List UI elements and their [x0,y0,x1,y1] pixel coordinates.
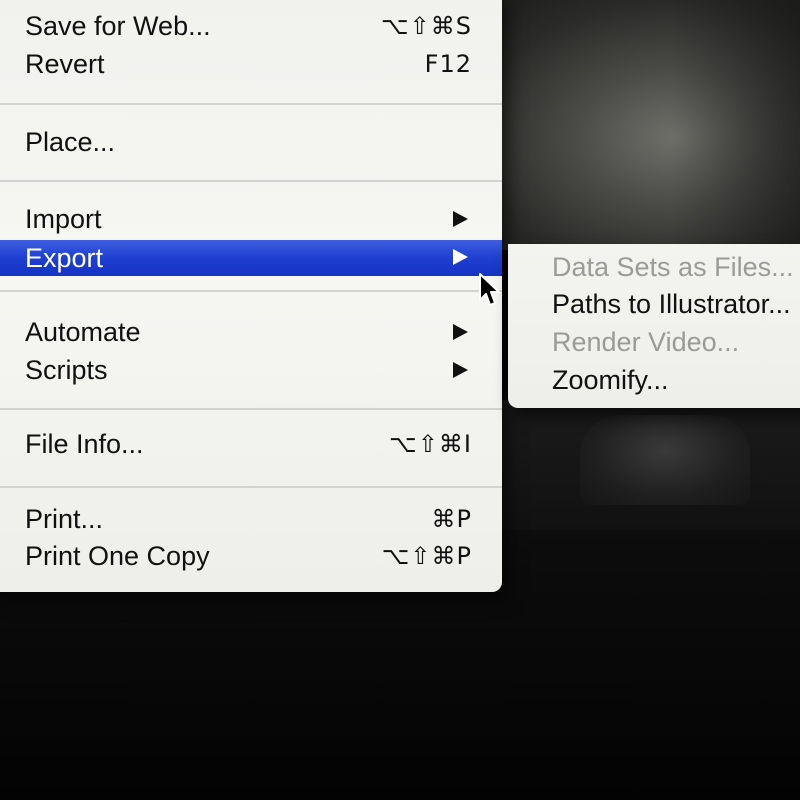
menu-item-shortcut: ⌘P [431,505,472,533]
export-submenu: Data Sets as Files... Paths to Illustrat… [508,244,800,408]
menu-item-label: Scripts [25,355,108,385]
menu-item-print-one-copy[interactable]: Print One Copy ⌥⇧⌘P [0,539,502,573]
menu-item-label: Revert [25,49,105,79]
menu-separator [0,290,502,292]
menu-separator [0,408,502,410]
triangle-right-icon [453,211,468,227]
arrow-pointer-icon [479,273,500,306]
submenu-item-zoomify[interactable]: Zoomify... [552,363,669,397]
triangle-right-icon [453,249,468,265]
menu-item-label: File Info... [25,429,144,459]
menu-item-label: Import [25,204,102,234]
menu-item-save-for-web[interactable]: Save for Web... ⌥⇧⌘S [0,9,502,43]
menu-item-label: Save for Web... [25,11,211,41]
menu-item-label: Print One Copy [25,541,210,571]
menu-item-print[interactable]: Print... ⌘P [0,502,502,536]
menu-item-file-info[interactable]: File Info... ⌥⇧⌘I [0,427,502,461]
submenu-item-label: Zoomify... [552,365,669,395]
screen: Save for Web... ⌥⇧⌘S Revert F12 Place...… [0,0,800,800]
menu-item-shortcut: ⌥⇧⌘S [381,12,472,40]
menu-item-export[interactable]: Export [0,240,502,276]
submenu-item-label: Render Video... [552,327,740,357]
menu-separator [0,486,502,488]
document-canvas-photo [470,0,800,250]
triangle-right-icon [453,324,468,340]
file-menu: Save for Web... ⌥⇧⌘S Revert F12 Place...… [0,0,502,592]
menu-item-shortcut: F12 [424,50,472,78]
submenu-item-label: Data Sets as Files... [552,252,794,282]
menu-item-shortcut: ⌥⇧⌘I [389,430,472,458]
menu-item-label: Place... [25,127,116,157]
menu-item-label: Automate [25,317,141,347]
menu-item-revert[interactable]: Revert F12 [0,47,502,81]
submenu-item-label: Paths to Illustrator... [552,289,791,319]
menu-item-import[interactable]: Import [0,202,502,236]
menu-item-shortcut: ⌥⇧⌘P [381,542,472,570]
triangle-right-icon [453,362,468,378]
menu-separator [0,180,502,182]
menu-item-label: Print... [25,504,104,534]
submenu-item-render-video: Render Video... [552,325,739,359]
submenu-item-data-sets-as-files: Data Sets as Files... [552,250,794,284]
menu-separator [0,103,502,105]
menu-item-scripts[interactable]: Scripts [0,353,502,387]
menu-item-place[interactable]: Place... [0,125,502,159]
menu-item-label: Export [25,243,104,273]
background-image-detail [580,415,750,505]
submenu-item-paths-to-illustrator[interactable]: Paths to Illustrator... [552,287,791,321]
menu-item-automate[interactable]: Automate [0,315,502,349]
